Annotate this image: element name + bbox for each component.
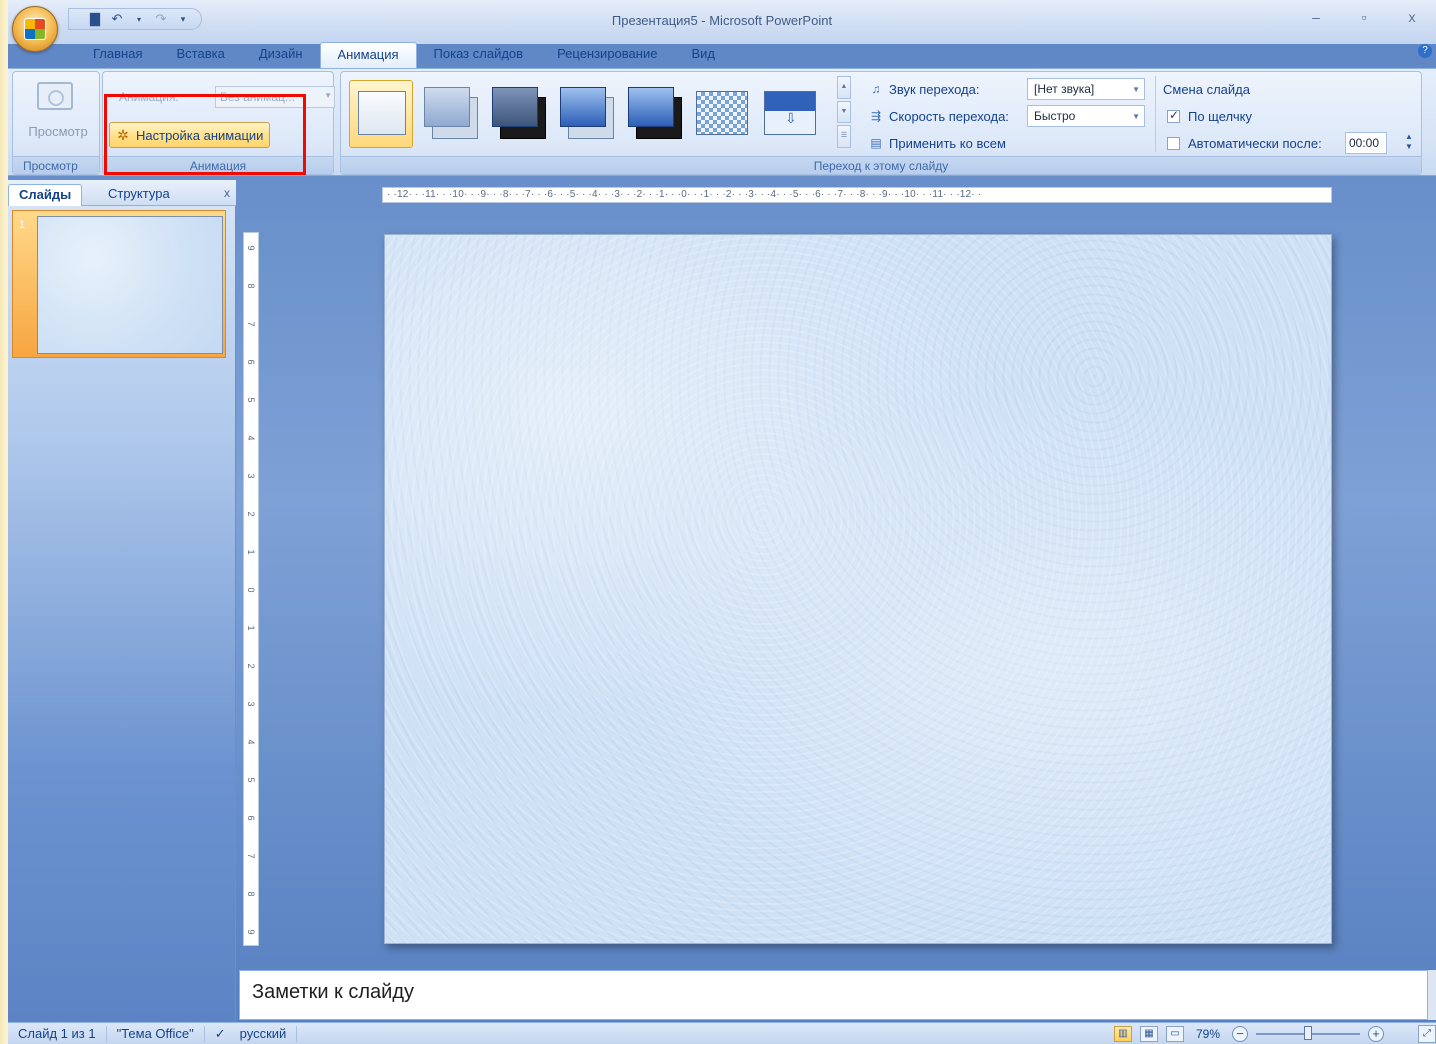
apply-to-all-label: Применить ко всем — [889, 135, 1006, 151]
transition-speed-label: Скорость перехода: — [889, 108, 1009, 124]
zoom-in-icon[interactable]: + — [1368, 1026, 1384, 1042]
restore-button[interactable]: ▫ — [1340, 6, 1388, 28]
advance-slide-header: Смена слайда — [1163, 81, 1250, 97]
horizontal-ruler: · ·12· · ·11· · ·10· · ·9· · ·8· · ·7· ·… — [382, 187, 1332, 203]
status-bar: Слайд 1 из 1 "Тема Office" ✓ русский ▥ ▦… — [8, 1022, 1436, 1044]
on-click-checkbox[interactable] — [1167, 108, 1180, 123]
zoom-slider-thumb[interactable] — [1304, 1026, 1312, 1040]
slide-sorter-icon[interactable]: ▦ — [1139, 1026, 1158, 1042]
tab-insert[interactable]: Вставка — [159, 42, 241, 68]
zoom-slider[interactable] — [1256, 1026, 1360, 1040]
chevron-down-icon: ▼ — [1132, 85, 1140, 94]
preview-icon — [37, 82, 73, 110]
group-transition: ⇩ ▲ ▼ ☰ ♫ Звук перехода: [Нет звука] ▼ ⇶… — [340, 71, 1422, 175]
slide-canvas[interactable] — [384, 234, 1332, 944]
fit-to-window-icon[interactable]: ⤢ — [1418, 1025, 1436, 1043]
panel-tabs: Слайды Структура x — [8, 180, 236, 206]
auto-advance-row: Автоматически после: — [1167, 132, 1322, 154]
transition-sound-row: ♫ Звук перехода: — [867, 78, 980, 100]
normal-view-icon[interactable]: ▥ — [1113, 1026, 1132, 1042]
slide-number: 1 — [19, 219, 26, 231]
tab-design[interactable]: Дизайн — [242, 42, 320, 68]
on-click-label: По щелчку — [1188, 108, 1252, 124]
notes-placeholder: Заметки к слайду — [252, 981, 414, 1003]
sound-icon: ♫ — [871, 82, 881, 96]
help-icon[interactable]: ? — [1418, 44, 1432, 58]
transition-sound-dropdown[interactable]: [Нет звука] ▼ — [1027, 78, 1145, 100]
vertical-scrollbar[interactable] — [1428, 970, 1436, 1020]
zoom-out-icon[interactable]: − — [1232, 1026, 1248, 1042]
vertical-ruler: 9876 5432 1012 3456 789 — [243, 232, 259, 946]
tab-view[interactable]: Вид — [674, 42, 732, 68]
spellcheck-icon[interactable]: ✓ — [205, 1026, 230, 1042]
group-label-preview: Просмотр — [13, 156, 99, 174]
auto-advance-time-input[interactable]: 00:00 — [1345, 132, 1387, 154]
transition-gallery: ⇩ — [345, 76, 833, 154]
ribbon-tabs: Главная Вставка Дизайн Анимация Показ сл… — [76, 42, 732, 68]
group-preview: Просмотр Просмотр — [12, 71, 100, 175]
gallery-scroll-up-icon[interactable]: ▲ — [837, 76, 851, 99]
notes-pane[interactable]: Заметки к слайду — [239, 970, 1428, 1020]
minimize-button[interactable]: – — [1292, 6, 1340, 28]
gallery-more-icon[interactable]: ☰ — [837, 125, 851, 149]
transition-fade-black[interactable] — [485, 80, 549, 148]
tab-home[interactable]: Главная — [76, 42, 159, 68]
group-label-transition: Переход к этому слайду — [341, 156, 1421, 174]
slide-thumbnail[interactable] — [37, 216, 223, 354]
office-button[interactable] — [12, 6, 58, 52]
tab-review[interactable]: Рецензирование — [540, 42, 674, 68]
transition-sound-value: [Нет звука] — [1034, 82, 1095, 96]
chevron-down-icon: ▼ — [1132, 112, 1140, 121]
gallery-scroll: ▲ ▼ ☰ — [837, 76, 851, 149]
window-title: Презентация5 - Microsoft PowerPoint — [611, 13, 833, 28]
gallery-scroll-down-icon[interactable]: ▼ — [837, 100, 851, 124]
theme-status: "Тема Office" — [107, 1025, 205, 1042]
transition-none[interactable] — [349, 80, 413, 148]
transition-wipe-down[interactable]: ⇩ — [757, 80, 821, 148]
slide-thumbnail-selected[interactable]: 1 — [12, 210, 226, 358]
transition-speed-row: ⇶ Скорость перехода: — [867, 105, 1009, 127]
highlight-annotation — [104, 94, 306, 175]
tab-slides[interactable]: Слайды — [8, 184, 83, 206]
close-button[interactable]: x — [1388, 6, 1436, 28]
auto-advance-checkbox[interactable] — [1167, 136, 1180, 150]
apply-to-all-button[interactable]: ▤ Применить ко всем — [867, 132, 1006, 154]
slide-show-icon[interactable]: ▭ — [1165, 1026, 1184, 1042]
apply-all-icon: ▤ — [870, 136, 882, 150]
tab-animations[interactable]: Анимация — [319, 42, 417, 68]
transition-cut-black[interactable] — [621, 80, 685, 148]
zoom-controls: ▥ ▦ ▭ 79% − + — [1113, 1025, 1384, 1043]
transition-dissolve[interactable] — [689, 80, 753, 148]
title-bar: ▇ ↶ ▾ ↷ ▾ Презентация5 - Microsoft Power… — [8, 0, 1436, 68]
chevron-down-icon: ▼ — [324, 91, 332, 100]
speed-icon: ⇶ — [870, 109, 882, 123]
close-icon[interactable]: x — [224, 186, 230, 200]
transition-speed-dropdown[interactable]: Быстро ▼ — [1027, 105, 1145, 127]
on-click-row: По щелчку — [1167, 105, 1252, 127]
zoom-level[interactable]: 79% — [1196, 1027, 1220, 1041]
language-status[interactable]: русский — [230, 1025, 298, 1042]
tab-outline[interactable]: Структура — [98, 184, 180, 206]
transition-sound-label: Звук перехода: — [889, 81, 980, 97]
preview-button[interactable]: Просмотр — [13, 124, 103, 139]
auto-advance-label: Автоматически после: — [1188, 135, 1322, 151]
transition-cut[interactable] — [553, 80, 617, 148]
transition-speed-value: Быстро — [1034, 109, 1076, 123]
window-controls: – ▫ x — [1292, 6, 1436, 28]
slide-count-status: Слайд 1 из 1 — [8, 1025, 107, 1042]
arrow-down-icon: ⇩ — [785, 110, 797, 126]
time-spinner-icon[interactable]: ▲ ▼ — [1403, 132, 1415, 154]
powerpoint-window: ▇ ↶ ▾ ↷ ▾ Презентация5 - Microsoft Power… — [8, 0, 1436, 1044]
tab-slide-show[interactable]: Показ слайдов — [417, 42, 541, 68]
group-divider — [1155, 76, 1156, 152]
office-logo-icon — [24, 18, 46, 40]
slides-panel: Слайды Структура x 1 — [8, 180, 236, 1022]
transition-fade-smooth[interactable] — [417, 80, 481, 148]
